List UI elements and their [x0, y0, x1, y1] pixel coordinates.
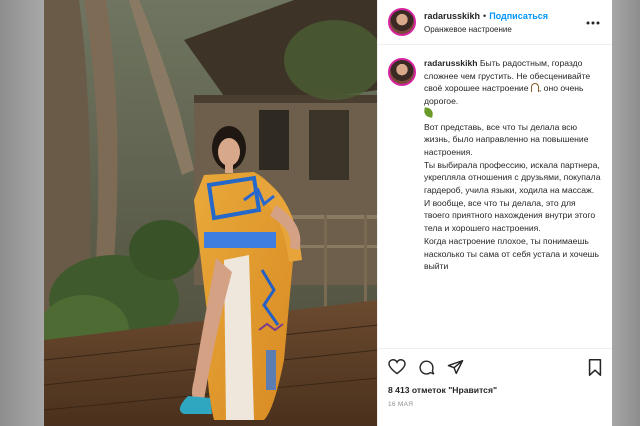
comment-icon[interactable] [418, 359, 435, 376]
follow-button[interactable]: Подписаться [489, 11, 548, 21]
caption-paragraph-3: Ты выбирала профессию, искала партнера, … [424, 159, 601, 196]
caption-emoji-line [423, 107, 602, 121]
likes-count[interactable]: 8 413 отметок "Нравится" [388, 385, 602, 395]
caption-paragraph-2: Вот представь, все что ты делала всю жиз… [424, 121, 589, 157]
post-date[interactable]: 16 МАЯ [388, 401, 602, 408]
ellipsis-icon[interactable] [586, 12, 600, 28]
page-backdrop-left [0, 0, 44, 426]
bookmark-icon[interactable] [588, 358, 602, 376]
caption-paragraph-4: И вообще, все что ты делала, это для тво… [424, 197, 596, 234]
instagram-post: radarusskikh • Подписаться Оранжевое настр… [44, 0, 612, 426]
page-backdrop-right [612, 0, 640, 426]
action-icons [388, 355, 602, 379]
caption-username[interactable]: radarusskikh [424, 58, 478, 68]
author-avatar[interactable] [388, 8, 416, 36]
caption-avatar[interactable] [388, 58, 416, 86]
leaf-icon [423, 107, 434, 118]
gate-icon [530, 83, 539, 93]
photo-illustration [44, 0, 377, 426]
post-location[interactable]: Оранжевое настроение [424, 23, 548, 36]
header-separator: • [483, 11, 487, 21]
post-caption: radarusskikh Быть радостным, гораздо сло… [378, 45, 612, 273]
post-actions: 8 413 отметок "Нравится" 16 МАЯ [378, 348, 612, 408]
post-sidebar: radarusskikh • Подписаться Оранжевое настр… [377, 0, 612, 426]
caption-body: radarusskikh Быть радостным, гораздо сло… [423, 57, 602, 273]
share-icon[interactable] [447, 359, 464, 375]
author-username[interactable]: radarusskikh [424, 11, 480, 21]
caption-paragraph-1: radarusskikh Быть радостным, гораздо сло… [424, 57, 602, 108]
caption-paragraph-5: Когда настроение плохое, ты понимаешь на… [424, 235, 600, 272]
header-text: radarusskikh • Подписаться Оранжевое настр… [424, 8, 548, 36]
post-photo[interactable] [44, 0, 377, 426]
post-header: radarusskikh • Подписаться Оранжевое настр… [378, 0, 612, 45]
heart-icon[interactable] [388, 359, 406, 375]
